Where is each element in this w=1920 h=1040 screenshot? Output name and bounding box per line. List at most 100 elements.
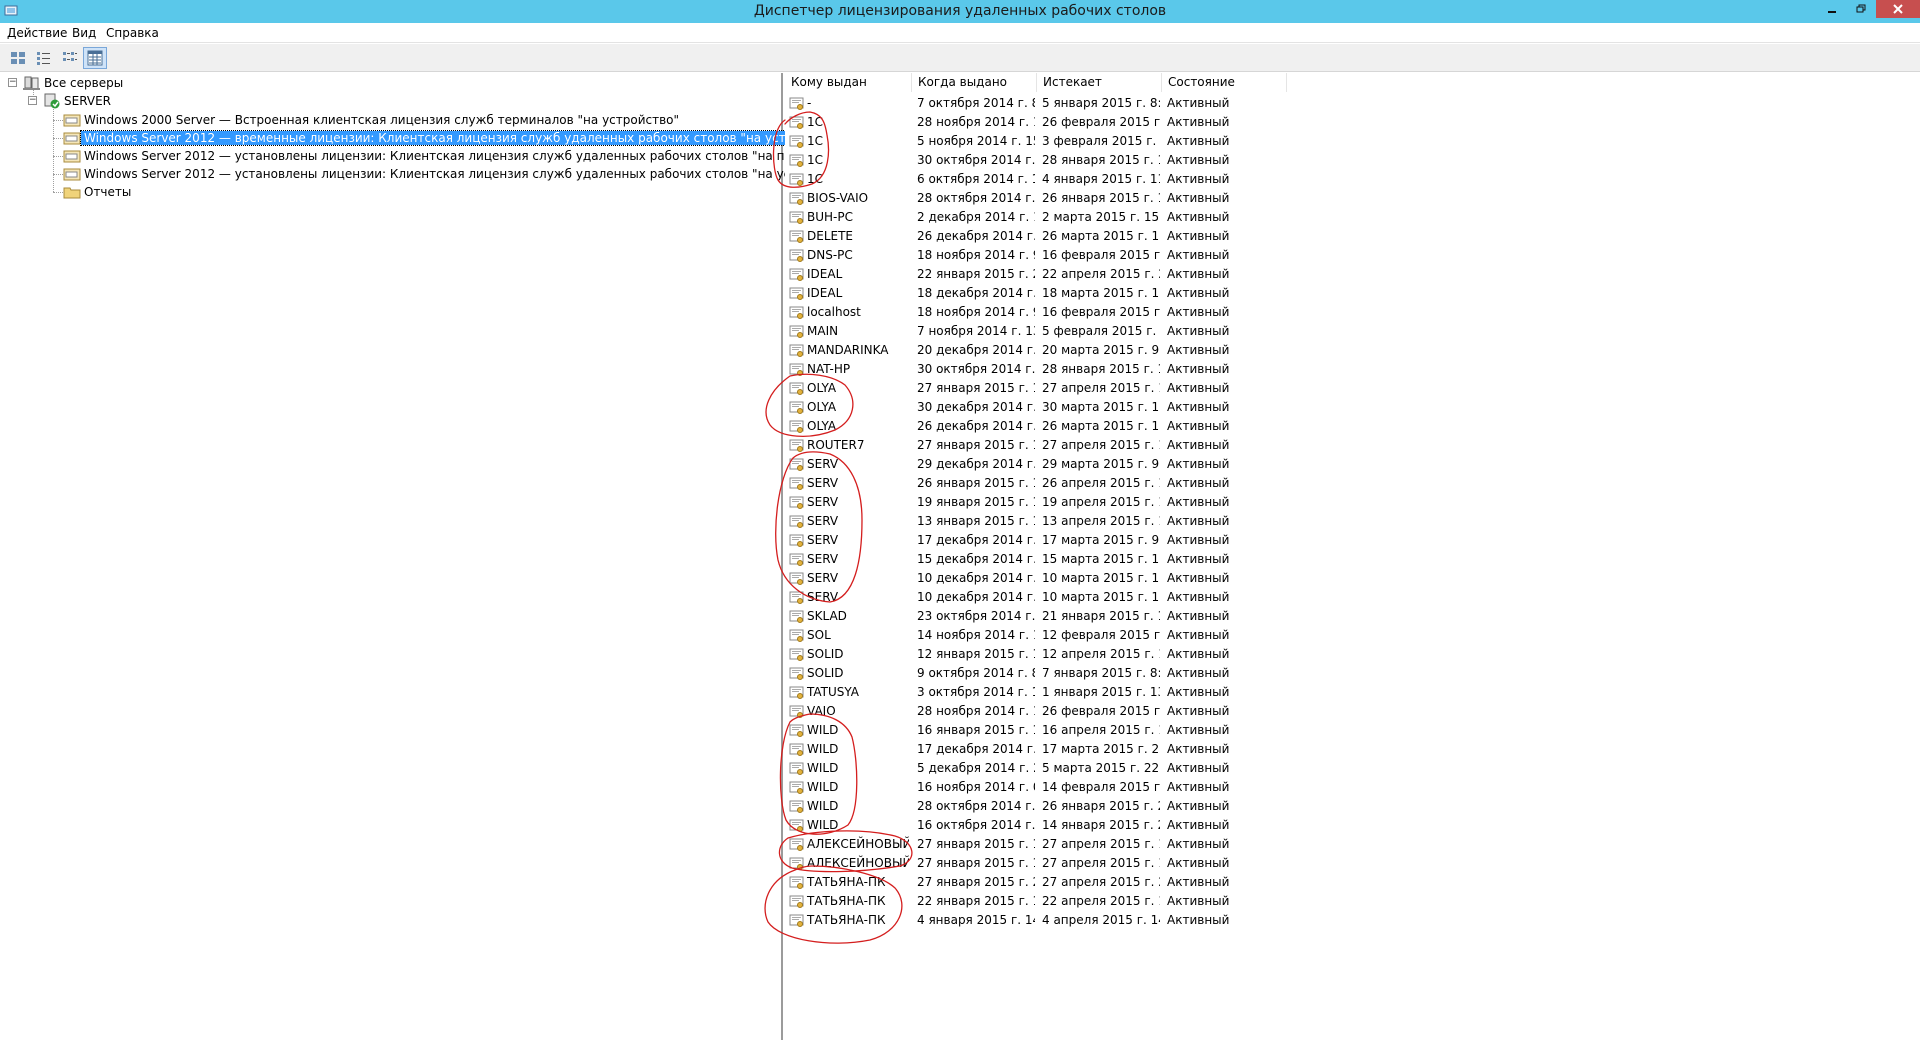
table-row[interactable]: OLYA 30 декабря 2014 г. ... 30 марта 2015 … [785,398,1385,417]
table-row[interactable]: ТАТЬЯНА-ПК 4 января 2015 г. 14:... 4 апрел… [785,911,1385,930]
column-header-status[interactable]: Состояние [1162,73,1287,92]
license-certificate-icon [789,591,804,604]
cell-issued-to: SERV [789,588,909,607]
table-row[interactable]: АЛЕКСЕЙНОВЫЙ 27 января 2015 г. 1... 27 апр… [785,835,1385,854]
table-row[interactable]: OLYA 26 декабря 2014 г. ... 26 марта 2015 … [785,417,1385,436]
table-row[interactable]: SOL 14 ноября 2014 г. 1... 12 февраля 2015… [785,626,1385,645]
table-row[interactable]: SERV 10 декабря 2014 г. ... 10 марта 2015 … [785,569,1385,588]
issued-to-text: SERV [807,476,839,490]
table-row[interactable]: SERV 10 декабря 2014 г. ... 10 марта 2015 … [785,588,1385,607]
tree-node-ws2012-temp-device[interactable]: Windows Server 2012 — временные лицензии… [63,129,846,146]
table-row[interactable]: BUH-PC 2 декабря 2014 г. 1... 2 марта 2015… [785,208,1385,227]
cell-issued-on: 7 ноября 2014 г. 13... [917,324,1035,338]
tree-node-all-servers[interactable]: − Все серверы [8,74,126,91]
cell-issued-to: DELETE [789,227,909,246]
table-row[interactable]: - 7 октября 2014 г. 8:... 5 января 2015 г.… [785,94,1385,113]
table-row[interactable]: WILD 28 октября 2014 г. ... 26 января 2015… [785,797,1385,816]
tree-node-win2000-cal[interactable]: Windows 2000 Server — Встроенная клиентс… [63,111,682,128]
license-certificate-icon [789,762,804,775]
license-folder-icon [63,114,81,126]
cell-expires: 27 апреля 2015 г. 1... [1042,381,1160,395]
tree-item-label: Windows Server 2012 — временные лицензии… [80,129,846,146]
table-row[interactable]: WILD 16 ноября 2014 г. 0... 14 февраля 201… [785,778,1385,797]
table-row[interactable]: MAIN 7 ноября 2014 г. 13... 5 февраля 2015… [785,322,1385,341]
table-row[interactable]: АЛЕКСЕЙНОВЫЙ 27 января 2015 г. 1... 27 апр… [785,854,1385,873]
table-row[interactable]: 1C 5 ноября 2014 г. 15... 3 февраля 2015 г… [785,132,1385,151]
table-row[interactable]: SOLID 12 января 2015 г. 1... 12 апреля 201… [785,645,1385,664]
restore-icon[interactable] [1847,0,1875,18]
table-row[interactable]: DNS-PC 18 ноября 2014 г. 9... 16 февраля 2… [785,246,1385,265]
cell-status: Активный [1167,780,1230,794]
table-row[interactable]: ROUTER7 27 января 2015 г. 1... 27 апреля 2… [785,436,1385,455]
table-row[interactable]: IDEAL 22 января 2015 г. 2... 22 апреля 201… [785,265,1385,284]
cell-issued-to: SERV [789,493,909,512]
table-row[interactable]: SERV 15 декабря 2014 г. ... 15 марта 2015 … [785,550,1385,569]
issued-to-text: DELETE [807,229,854,243]
cell-issued-on: 2 декабря 2014 г. 1... [917,210,1035,224]
details-view-icon[interactable] [83,47,107,69]
cell-expires: 26 апреля 2015 г. 1... [1042,476,1160,490]
column-header-issued-on[interactable]: Когда выдано [912,73,1037,92]
issued-to-text: localhost [807,305,861,319]
table-row[interactable]: WILD 5 декабря 2014 г. 2... 5 марта 2015 г… [785,759,1385,778]
table-row[interactable]: 1C 30 октября 2014 г. ... 28 января 2015 г… [785,151,1385,170]
menu-action[interactable]: Действие [7,26,67,40]
column-header-expires[interactable]: Истекает [1037,73,1162,92]
table-row[interactable]: IDEAL 18 декабря 2014 г. ... 18 марта 2015… [785,284,1385,303]
table-row[interactable]: SOLID 9 октября 2014 г. 8:... 7 января 201… [785,664,1385,683]
cell-issued-on: 30 октября 2014 г. ... [917,362,1035,376]
table-row[interactable]: SERV 13 января 2015 г. 1... 13 апреля 2015… [785,512,1385,531]
cell-status: Активный [1167,419,1230,433]
table-row[interactable]: NAT-HP 30 октября 2014 г. ... 28 января 20… [785,360,1385,379]
table-row[interactable]: WILD 16 января 2015 г. 1... 16 апреля 2015… [785,721,1385,740]
tree-node-reports[interactable]: Отчеты [63,183,134,200]
tree-node-ws2012-installed-device[interactable]: Windows Server 2012 — установлены лиценз… [63,165,857,182]
server-tree-pane: − Все серверы − SERVER Windows 2000 Serv… [0,73,869,1040]
table-row[interactable]: SKLAD 23 октября 2014 г. ... 21 января 201… [785,607,1385,626]
issued-to-text: SERV [807,457,839,471]
table-row[interactable]: SERV 26 января 2015 г. 1... 26 апреля 2015… [785,474,1385,493]
license-certificate-icon [789,648,804,661]
table-row[interactable]: SERV 29 декабря 2014 г. ... 29 марта 2015 … [785,455,1385,474]
table-row[interactable]: ТАТЬЯНА-ПК 22 января 2015 г. 1... 22 апрел… [785,892,1385,911]
minimize-icon[interactable] [1818,0,1846,18]
close-icon[interactable] [1876,0,1920,18]
menu-view[interactable]: Вид [72,26,96,40]
menu-help[interactable]: Справка [106,26,159,40]
large-icons-view-icon[interactable] [6,47,30,69]
table-row[interactable]: localhost 18 ноября 2014 г. 9... 16 феврал… [785,303,1385,322]
tree-item-label: Windows 2000 Server — Встроенная клиентс… [84,112,680,127]
table-row[interactable]: SERV 17 декабря 2014 г. ... 17 марта 2015 … [785,531,1385,550]
table-row[interactable]: 1C 6 октября 2014 г. 1... 4 января 2015 г.… [785,170,1385,189]
table-row[interactable]: BIOS-VAIO 28 октября 2014 г. ... 26 января… [785,189,1385,208]
table-row[interactable]: SERV 19 января 2015 г. 1... 19 апреля 2015… [785,493,1385,512]
cell-issued-on: 9 октября 2014 г. 8:... [917,666,1035,680]
table-row[interactable]: MANDARINKA 20 декабря 2014 г. ... 20 марта… [785,341,1385,360]
issued-to-text: SERV [807,495,839,509]
small-icons-view-icon[interactable] [32,47,56,69]
table-row[interactable]: WILD 16 октября 2014 г. ... 14 января 2015… [785,816,1385,835]
tree-node-server[interactable]: − SERVER [28,92,114,109]
tree-node-ws2012-installed-user[interactable]: Windows Server 2012 — установлены лиценз… [63,147,872,164]
table-row[interactable]: DELETE 26 декабря 2014 г. ... 26 марта 201… [785,227,1385,246]
cell-issued-on: 13 января 2015 г. 1... [917,514,1035,528]
table-row[interactable]: ТАТЬЯНА-ПК 27 января 2015 г. 2... 27 апрел… [785,873,1385,892]
collapse-icon[interactable]: − [28,96,37,105]
collapse-icon[interactable]: − [8,78,17,87]
cell-issued-to: SOLID [789,645,909,664]
table-row[interactable]: VAIO 28 ноября 2014 г. 1... 26 февраля 201… [785,702,1385,721]
table-row[interactable]: 1C 28 ноября 2014 г. 1... 26 февраля 2015 … [785,113,1385,132]
issued-to-text: WILD [807,818,839,832]
cell-expires: 27 апреля 2015 г. 1... [1042,837,1160,851]
issued-to-text: АЛЕКСЕЙНОВЫЙ [807,837,909,851]
cell-issued-on: 26 декабря 2014 г. ... [917,229,1035,243]
cell-status: Активный [1167,381,1230,395]
list-view-icon[interactable] [58,47,82,69]
table-row[interactable]: TATUSYA 3 октября 2014 г. 1... 1 января 20… [785,683,1385,702]
cell-status: Активный [1167,647,1230,661]
license-list-pane: Кому выдан Когда выдано Истекает Состоян… [785,73,1920,1040]
table-row[interactable]: OLYA 27 января 2015 г. 1... 27 апреля 2015… [785,379,1385,398]
column-header-issued-to[interactable]: Кому выдан [785,73,912,92]
cell-issued-to: SERV [789,569,909,588]
table-row[interactable]: WILD 17 декабря 2014 г. ... 17 марта 2015 … [785,740,1385,759]
